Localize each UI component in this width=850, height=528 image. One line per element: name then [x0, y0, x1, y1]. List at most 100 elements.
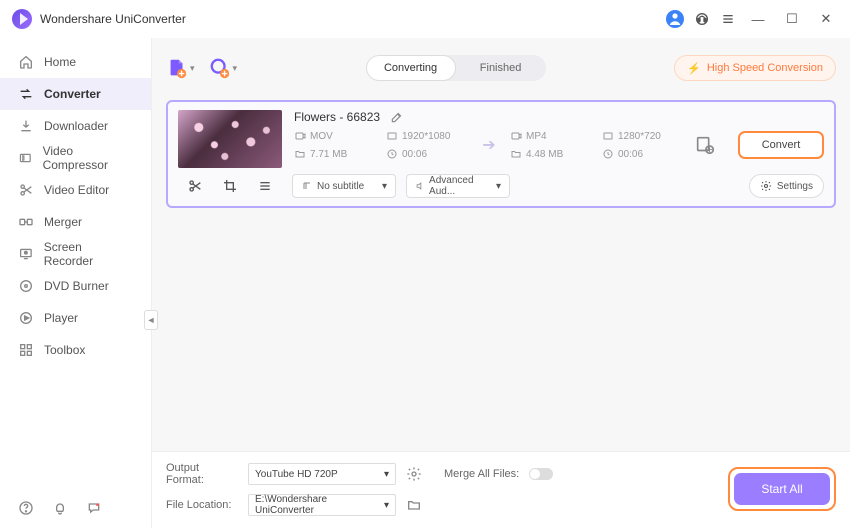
- file-card: Flowers - 66823 MOV 7.71 MB 1920*1080: [166, 100, 836, 208]
- sidebar-item-merger[interactable]: Merger: [0, 206, 151, 238]
- dst-duration: 00:06: [618, 149, 643, 160]
- sidebar-item-label: Video Editor: [44, 183, 109, 197]
- video-format-icon: [294, 130, 306, 142]
- merger-icon: [18, 214, 34, 230]
- file-name: Flowers - 66823: [294, 110, 380, 124]
- src-resolution: 1920*1080: [402, 131, 450, 142]
- sidebar-item-compressor[interactable]: Video Compressor: [0, 142, 151, 174]
- chevron-down-icon: ▾: [382, 181, 387, 192]
- hamburger-menu-icon[interactable]: [720, 11, 736, 27]
- hsc-label: High Speed Conversion: [707, 62, 823, 74]
- audio-dropdown[interactable]: Advanced Aud... ▾: [406, 174, 510, 198]
- sidebar-collapse-button[interactable]: ◄: [144, 310, 158, 330]
- file-location-select[interactable]: E:\Wondershare UniConverter▾: [248, 494, 396, 516]
- add-file-button[interactable]: ▾: [166, 57, 195, 79]
- file-settings-button[interactable]: Settings: [749, 174, 824, 198]
- add-file-icon: [166, 57, 188, 79]
- recorder-icon: [18, 246, 34, 262]
- effects-icon[interactable]: [257, 178, 273, 194]
- sidebar-item-home[interactable]: Home: [0, 46, 151, 78]
- video-format-icon: [510, 130, 522, 142]
- window-minimize-button[interactable]: —: [746, 12, 770, 27]
- trim-icon[interactable]: [187, 178, 203, 194]
- settings-label: Settings: [777, 181, 813, 192]
- app-title: Wondershare UniConverter: [40, 12, 666, 26]
- src-duration: 00:06: [402, 149, 427, 160]
- start-all-highlight: Start All: [728, 467, 836, 511]
- folder-icon: [510, 148, 522, 160]
- dst-resolution: 1280*720: [618, 131, 661, 142]
- resolution-icon: [602, 130, 614, 142]
- dst-size: 4.48 MB: [526, 149, 563, 160]
- src-size: 7.71 MB: [310, 149, 347, 160]
- sidebar-item-label: DVD Burner: [44, 279, 109, 293]
- folder-icon: [294, 148, 306, 160]
- convert-button[interactable]: Convert: [738, 131, 824, 159]
- grid-icon: [18, 342, 34, 358]
- clock-icon: [386, 148, 398, 160]
- bolt-icon: ⚡: [687, 62, 701, 75]
- output-settings-icon[interactable]: [694, 134, 716, 156]
- crop-icon[interactable]: [222, 178, 238, 194]
- sidebar-item-label: Video Compressor: [43, 144, 133, 172]
- high-speed-conversion-button[interactable]: ⚡ High Speed Conversion: [674, 55, 836, 81]
- compressor-icon: [18, 150, 33, 166]
- file-location-label: File Location:: [166, 499, 238, 511]
- support-icon[interactable]: [694, 11, 710, 27]
- audio-value: Advanced Aud...: [429, 175, 490, 197]
- video-thumbnail[interactable]: [178, 110, 282, 168]
- resolution-icon: [386, 130, 398, 142]
- output-format-select[interactable]: YouTube HD 720P ▾: [248, 463, 396, 485]
- add-url-button[interactable]: ▾: [209, 57, 238, 79]
- bottom-bar: Output Format: YouTube HD 720P▾ Merge Al…: [152, 451, 850, 528]
- format-settings-icon[interactable]: [406, 466, 422, 482]
- chevron-down-icon: ▾: [384, 469, 389, 480]
- feedback-icon[interactable]: [86, 500, 102, 516]
- tab-converting[interactable]: Converting: [366, 55, 456, 81]
- chevron-down-icon: ▾: [384, 500, 389, 511]
- sidebar-item-dvd[interactable]: DVD Burner: [0, 270, 151, 302]
- sidebar-item-recorder[interactable]: Screen Recorder: [0, 238, 151, 270]
- open-folder-icon[interactable]: [406, 497, 422, 513]
- sidebar-item-label: Toolbox: [44, 343, 85, 357]
- start-all-button[interactable]: Start All: [734, 473, 830, 505]
- chevron-down-icon: ▾: [233, 63, 238, 74]
- clock-icon: [602, 148, 614, 160]
- sidebar-item-player[interactable]: Player: [0, 302, 151, 334]
- titlebar: Wondershare UniConverter — ☐ ✕: [0, 0, 850, 38]
- merge-toggle[interactable]: [529, 468, 553, 480]
- arrow-right-icon: ➔: [478, 135, 500, 155]
- status-tabs: Converting Finished: [366, 55, 546, 81]
- sidebar-item-toolbox[interactable]: Toolbox: [0, 334, 151, 366]
- sidebar-item-converter[interactable]: Converter: [0, 78, 151, 110]
- home-icon: [18, 54, 34, 70]
- file-location-value: E:\Wondershare UniConverter: [255, 494, 384, 516]
- sidebar-item-label: Screen Recorder: [44, 240, 133, 268]
- sidebar-item-label: Converter: [44, 87, 101, 101]
- help-icon[interactable]: [18, 500, 34, 516]
- window-close-button[interactable]: ✕: [814, 11, 838, 27]
- user-avatar-icon[interactable]: [666, 10, 684, 28]
- sidebar-item-editor[interactable]: Video Editor: [0, 174, 151, 206]
- chevron-down-icon: ▾: [190, 63, 195, 74]
- window-maximize-button[interactable]: ☐: [780, 11, 804, 27]
- bell-icon[interactable]: [52, 500, 68, 516]
- app-logo-icon: [12, 9, 32, 29]
- sidebar-item-label: Home: [44, 55, 76, 69]
- tab-finished[interactable]: Finished: [456, 55, 546, 81]
- main-panel: ▾ ▾ Converting Finished ⚡ High Speed Con…: [152, 38, 850, 528]
- play-icon: [18, 310, 34, 326]
- edit-name-icon[interactable]: [390, 110, 404, 124]
- sidebar-item-label: Downloader: [44, 119, 108, 133]
- add-url-icon: [209, 57, 231, 79]
- output-format-value: YouTube HD 720P: [255, 469, 338, 480]
- subtitle-value: No subtitle: [317, 181, 364, 192]
- gear-icon: [760, 180, 772, 192]
- scissors-icon: [18, 182, 34, 198]
- sidebar-item-downloader[interactable]: Downloader: [0, 110, 151, 142]
- dst-format: MP4: [526, 131, 547, 142]
- src-format: MOV: [310, 131, 333, 142]
- chevron-down-icon: ▾: [496, 181, 501, 192]
- disc-icon: [18, 278, 34, 294]
- subtitle-dropdown[interactable]: No subtitle ▾: [292, 174, 396, 198]
